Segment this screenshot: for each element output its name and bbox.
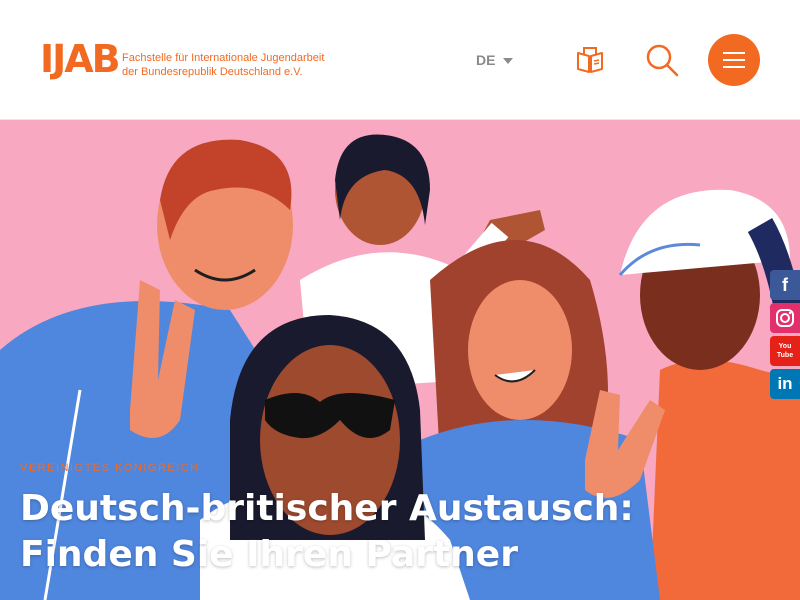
logo-mark: IJAB (40, 37, 121, 81)
language-selector[interactable]: DE (476, 52, 514, 68)
ijab-logo[interactable]: IJAB Fachstelle für Internationale Jugen… (40, 28, 340, 90)
book-icon (577, 47, 603, 73)
logo-tagline: Fachstelle für Internationale Jugendarbe… (122, 51, 324, 79)
site-header: IJAB Fachstelle für Internationale Jugen… (0, 0, 800, 120)
search-icon (646, 44, 679, 77)
youtube-link[interactable]: You Tube (770, 336, 800, 366)
facebook-icon: f (782, 275, 788, 295)
hero-title[interactable]: Deutsch-britischer Austausch: Finden Sie… (20, 486, 760, 578)
language-label: DE (476, 52, 496, 68)
chevron-down-icon (503, 58, 514, 65)
logo-tagline-line2: der Bundesrepublik Deutschland e.V. (122, 66, 303, 78)
search-button[interactable] (645, 43, 679, 77)
book-button[interactable] (575, 45, 605, 75)
hero-banner[interactable]: Vereinigtes Königreich Deutsch-britische… (0, 120, 800, 600)
menu-button[interactable] (708, 34, 760, 86)
youtube-icon: You Tube (776, 343, 794, 359)
linkedin-icon: in (777, 374, 793, 393)
instagram-link[interactable] (770, 303, 800, 333)
logo-tagline-line1: Fachstelle für Internationale Jugendarbe… (122, 52, 325, 64)
facebook-link[interactable]: f (770, 270, 800, 300)
instagram-icon (776, 309, 794, 327)
hero-category[interactable]: Vereinigtes Königreich (20, 462, 200, 474)
linkedin-link[interactable]: in (770, 369, 800, 399)
